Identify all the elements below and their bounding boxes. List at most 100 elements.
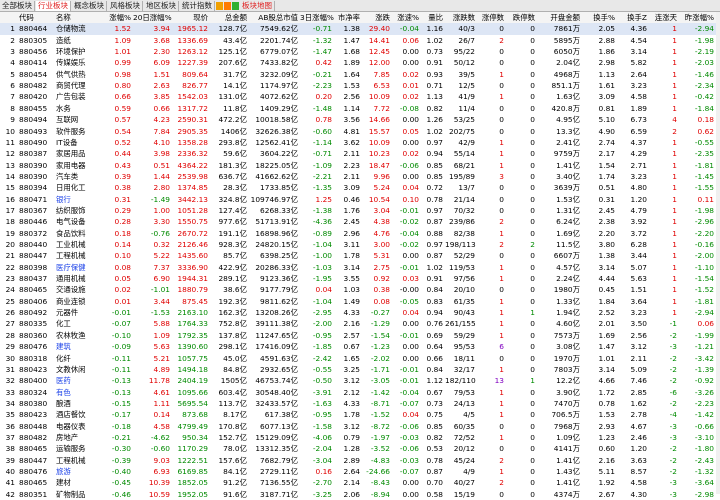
table-row[interactable]: 4 880414 传媒娱乐 0.99 6.09 1227.39 207.6亿 7433.82亿… — [0, 57, 720, 68]
column-header[interactable]: 连涨天 — [649, 12, 679, 23]
table-row[interactable]: 1 880464 仓储物流 1.52 3.94 1965.12 128.7亿 7549.62亿… — [0, 23, 720, 35]
sector-name: 旅游 — [56, 467, 71, 476]
sector-code: 880455 — [19, 103, 48, 113]
sector-name: 银行 — [56, 194, 71, 204]
tab-6[interactable]: 板块地图 — [240, 0, 275, 11]
table-row[interactable]: 22 880398 医疗保健 0.08 7.37 3336.90 422.9亿 20286.3… — [0, 262, 720, 273]
column-header[interactable]: 市净率 — [334, 12, 362, 23]
table-row[interactable]: 33 880324 有色 -0.13 4.61 1095.66 603.4亿 30548.40… — [0, 387, 720, 398]
tab-5[interactable]: 统计指数 — [180, 0, 215, 11]
table-row[interactable]: 26 880492 元器件 -0.01 -1.53 2163.10 162.3亿 13208.… — [0, 307, 720, 318]
cell-3: -0.13 — [111, 376, 131, 386]
vertical-scrollbar[interactable] — [716, 12, 720, 494]
column-header[interactable]: 涨速% — [392, 12, 421, 23]
column-header[interactable]: 20日涨幅% — [133, 12, 172, 23]
table-row[interactable]: 37 880482 房地产 -0.21 -4.62 950.34 152.7亿 15129.0… — [0, 432, 720, 443]
table-row[interactable]: 24 880465 交通设施 0.02 -1.01 1880.79 38.6亿 9177.79… — [0, 284, 720, 295]
column-header[interactable]: 名称 — [54, 12, 100, 23]
table-row[interactable]: 30 880318 化纤 -0.11 5.21 1057.75 45.0亿 4591.63亿 -… — [0, 353, 720, 364]
table-row[interactable]: 35 880423 酒店餐饮 -0.17 0.14 873.68 8.17亿 617.38亿 -… — [0, 409, 720, 420]
tab-4[interactable]: 地区板块 — [144, 0, 179, 11]
sector-name: 医药 — [56, 376, 71, 386]
column-header[interactable] — [0, 12, 17, 23]
cell-6: 170.8亿 — [218, 421, 247, 431]
table-row[interactable]: 3 880456 环境保护 1.01 2.30 1263.12 125.1亿 6779.07亿… — [0, 46, 720, 57]
table-row[interactable]: 34 880380 酿酒 -0.15 1.11 5695.54 113.7亿 32433.57… — [0, 398, 720, 409]
cell-12: 0.85 — [426, 171, 443, 181]
cell-17: 0.81 — [598, 103, 615, 113]
column-header[interactable]: 涨幅% — [100, 12, 133, 23]
table-row[interactable]: 29 880476 建筑 -0.09 5.63 1390.60 298.1亿 17416.09… — [0, 341, 720, 352]
table-row[interactable]: 32 880400 医药 -0.13 11.78 2404.19 1505亿 46753.74… — [0, 375, 720, 386]
table-row[interactable]: 12 880387 家居用品 0.44 3.98 2336.32 59.6亿 3604.22亿… — [0, 148, 720, 159]
column-header[interactable]: 量比 — [421, 12, 445, 23]
table-row[interactable]: 10 880493 软件服务 0.54 7.84 2905.35 1406亿 32626.38… — [0, 126, 720, 137]
table-row[interactable]: 23 880437 通用机械 0.05 6.90 1944.31 289.1亿 9123.36… — [0, 273, 720, 284]
column-header[interactable]: 涨停数 — [477, 12, 506, 23]
table-row[interactable]: 17 880367 纺织服饰 0.29 1.00 1051.28 127.4亿 6268.33… — [0, 205, 720, 216]
column-header[interactable]: AB股总市值 — [249, 12, 300, 23]
cell-3: 0.44 — [114, 149, 131, 159]
table-row[interactable]: 28 880360 农林牧渔 -0.10 1.09 1792.35 137.8亿 11247.… — [0, 330, 720, 341]
table-row[interactable]: 2 880305 造纸 1.09 3.68 1336.69 43.4亿 2201.74亿 -1.… — [0, 35, 720, 46]
cell-16: 4.57亿 — [556, 262, 580, 272]
table-row[interactable]: 8 880455 水务 0.59 0.66 1317.72 11.8亿 1409.29亿 -1.… — [0, 103, 720, 114]
cell-20: -2.03 — [694, 58, 714, 68]
sector-name: 运输服务 — [56, 444, 86, 454]
table-row[interactable]: 18 880446 电气设备 0.28 3.30 1550.75 977.6亿 51713.9… — [0, 216, 720, 227]
table-row[interactable]: 42 880351 矿物制品 -0.46 10.59 1952.05 91.6亿 3187.7… — [0, 489, 720, 500]
column-header[interactable]: 现价 — [172, 12, 210, 23]
table-row[interactable]: 39 880447 工程机械 -0.39 9.03 1222.51 157.6亿 7682.7… — [0, 455, 720, 466]
table-row[interactable]: 31 880423 文教休闲 -0.11 4.89 1494.18 84.8亿 2932.65… — [0, 364, 720, 375]
column-header[interactable]: 代码 — [17, 12, 54, 23]
cell-14: 1 — [499, 296, 504, 306]
cell-4: 10.59 — [148, 489, 170, 499]
cell-17: 0.31 — [598, 194, 615, 204]
column-header[interactable]: 昨涨幅% — [679, 12, 716, 23]
cell-13: 72/52 — [453, 432, 475, 442]
column-header[interactable]: 总金额 — [210, 12, 249, 23]
table-row[interactable]: 36 880448 电器仪表 -0.18 4.58 4799.49 170.8亿 6077.1… — [0, 421, 720, 432]
column-header[interactable]: 涨跌数 — [445, 12, 477, 23]
cell-13: 79/53 — [453, 387, 475, 397]
table-row[interactable]: 11 880490 IT设备 0.52 4.10 1358.28 293.8亿 12562.4… — [0, 137, 720, 148]
cell-12: 1.12 — [426, 376, 443, 386]
cell-14: 1 — [499, 137, 504, 147]
table-row[interactable]: 41 880465 建材 -0.45 10.39 1852.05 91.2亿 7136.55亿… — [0, 477, 720, 488]
cell-14: 1 — [499, 274, 504, 284]
cell-8: -1.85 — [312, 342, 332, 352]
table-row[interactable]: 7 880420 广告包装 0.66 3.85 1542.03 131.0亿 4072.62亿… — [0, 91, 720, 102]
tab-2[interactable]: 概念板块 — [72, 0, 107, 11]
column-header[interactable]: 3日涨幅% — [300, 12, 334, 23]
column-header[interactable]: 涨跌 — [362, 12, 392, 23]
column-header[interactable]: 换手Z — [617, 12, 649, 23]
table-row[interactable]: 27 880335 化工 -0.07 5.88 1764.33 752.8亿 39111.38… — [0, 318, 720, 329]
table-row[interactable]: 15 880394 日用化工 0.38 2.80 1374.85 28.3亿 1733.85亿… — [0, 182, 720, 193]
table-row[interactable]: 16 880471 银行 0.31 -1.49 3442.13 324.8亿 109746.9… — [0, 194, 720, 205]
table-row[interactable]: 38 880465 运输服务 -0.30 -0.60 1170.29 78.0亿 13312.… — [0, 443, 720, 454]
cell-7: 109746.97亿 — [250, 194, 298, 204]
cell-18: 5.07 — [630, 262, 647, 272]
column-header[interactable]: 跌停数 — [506, 12, 537, 23]
cell-12: 0.88 — [426, 228, 443, 238]
table-row[interactable]: 19 880372 食品饮料 0.18 -0.76 2670.72 191.1亿 16898.… — [0, 228, 720, 239]
table-row[interactable]: 6 880482 商贸代理 0.80 2.63 826.77 14.1亿 1174.97亿 -2… — [0, 80, 720, 91]
table-row[interactable]: 20 880440 工业机械 0.14 0.32 2126.46 928.3亿 24820.1… — [0, 239, 720, 250]
cell-5: 1435.60 — [177, 251, 208, 261]
cell-16: 7861万 — [553, 24, 580, 34]
cell-8: -4.36 — [312, 217, 332, 227]
table-row[interactable]: 40 880476 旅游 -0.40 6.93 6169.85 84.1亿 2729.11亿 0… — [0, 466, 720, 477]
table-row[interactable]: 9 880494 互联网 0.57 4.23 2590.31 472.2亿 10018.58亿… — [0, 114, 720, 125]
table-row[interactable]: 25 880406 商业连锁 0.01 3.44 875.45 192.3亿 9811.62亿… — [0, 296, 720, 307]
cell-16: 7803万 — [553, 364, 580, 374]
column-header[interactable]: 开盘金额 — [537, 12, 582, 23]
table-row[interactable]: 13 880390 家用电器 0.43 0.51 4364.22 181.3亿 18225.0… — [0, 160, 720, 171]
tab-0[interactable]: 全部板块 — [0, 0, 35, 11]
column-header[interactable]: 换手% — [582, 12, 617, 23]
table-row[interactable]: 21 880447 工程机械 0.10 5.22 1435.60 85.7亿 6398.25亿… — [0, 250, 720, 261]
tab-3[interactable]: 风格板块 — [108, 0, 143, 11]
cell-10: 10.54 — [368, 194, 390, 204]
table-row[interactable]: 5 880454 供气供热 0.98 1.51 809.64 31.7亿 3232.09亿 -0… — [0, 69, 720, 80]
tab-1[interactable]: 行业板块 — [36, 0, 71, 11]
table-row[interactable]: 14 880390 汽车类 0.39 1.44 2539.98 636.7亿 41662.62… — [0, 171, 720, 182]
